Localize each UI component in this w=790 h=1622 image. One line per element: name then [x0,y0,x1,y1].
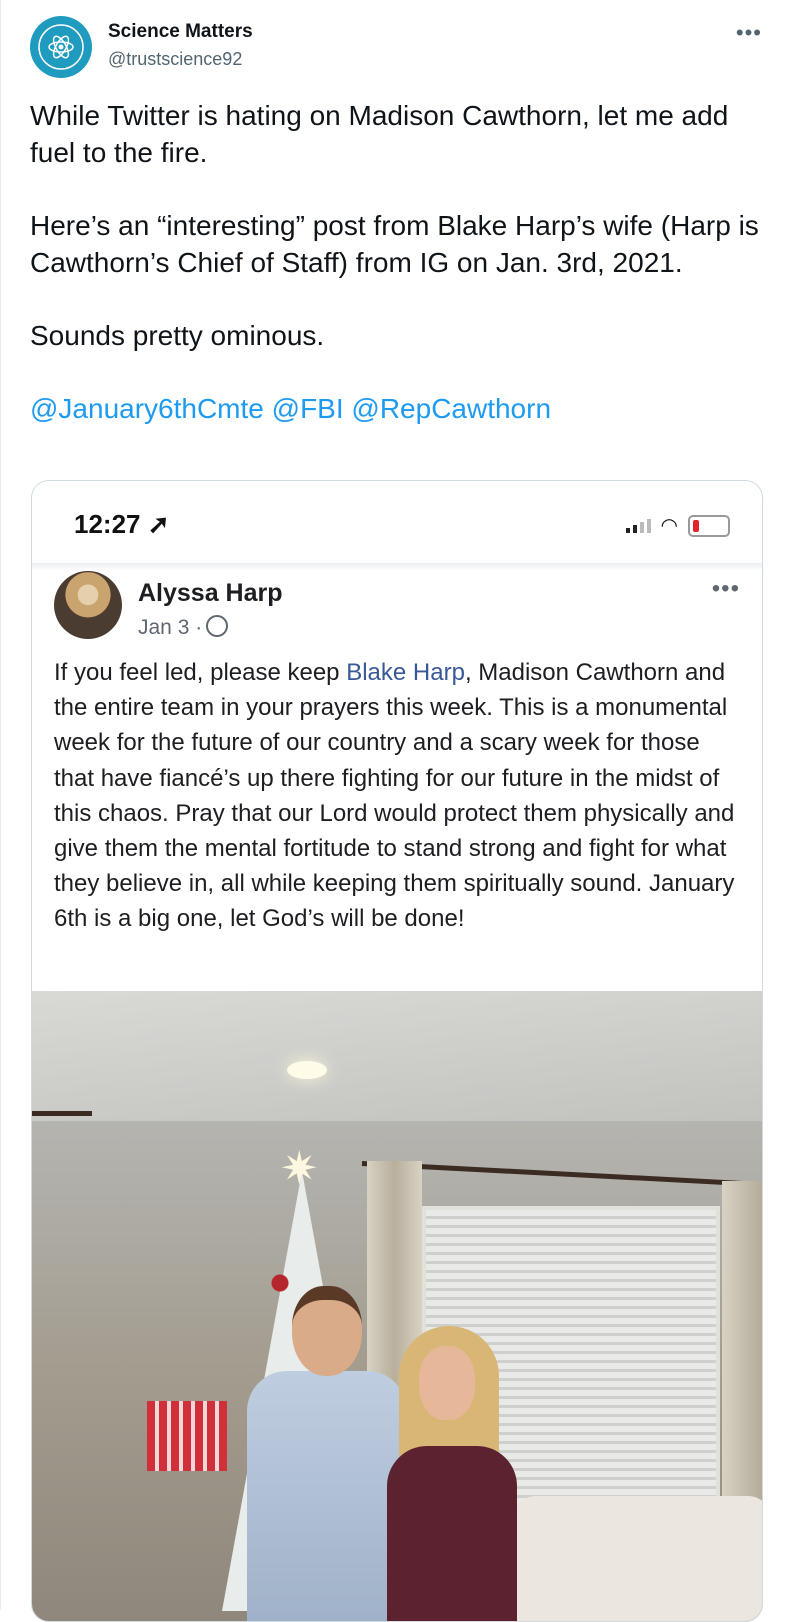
wifi-icon: ◠ [660,515,678,537]
post-author-name: Alyssa Harp [138,579,283,607]
tweet-text: While Twitter is hating on Madison Cawth… [30,97,770,427]
post-link: Blake Harp [346,659,465,686]
post-date: Jan 3 · [138,615,229,640]
globe-icon [206,615,229,637]
mentions: @January6thCmte @FBI @RepCawthorn [30,390,770,427]
gift-box [147,1401,227,1471]
tweet: Science Matters @trustscience92 ••• Whil… [0,0,790,1622]
tweet-paragraph: Sounds pretty ominous. [30,320,325,351]
mention-link[interactable]: @RepCawthorn [351,393,551,424]
post-text: If you feel led, please keep Blake Harp,… [54,659,735,933]
battery-icon [688,515,730,537]
sofa [512,1496,762,1621]
tree-star-icon: ✷ [280,1142,319,1194]
signal-icon [625,519,651,533]
author-handle[interactable]: @trustscience92 [108,49,242,70]
atom-icon [32,18,90,76]
couple-photo: ✷ [32,991,762,1621]
author-avatar[interactable] [30,16,92,78]
location-arrow-icon: ➚ [147,509,170,539]
status-time: 12:27 ➚ [74,509,170,539]
media-image[interactable]: 12:27 ➚ ◠ Alyssa Harp Jan 3 · ••• If you… [31,480,763,1622]
tweet-paragraph: Here’s an “interesting” post from Blake … [30,210,759,278]
mention-link[interactable]: @FBI [272,393,344,424]
phone-status-bar: 12:27 ➚ ◠ [32,481,762,563]
ceiling-light [287,1061,327,1079]
post-more-icon: ••• [711,575,740,602]
tweet-paragraph: While Twitter is hating on Madison Cawth… [30,100,729,168]
mention-link[interactable]: @January6thCmte [30,393,264,424]
author-name[interactable]: Science Matters [108,21,253,43]
post-author-avatar [54,571,122,639]
woman-figure [377,1326,527,1621]
more-options-icon[interactable]: ••• [736,20,762,46]
